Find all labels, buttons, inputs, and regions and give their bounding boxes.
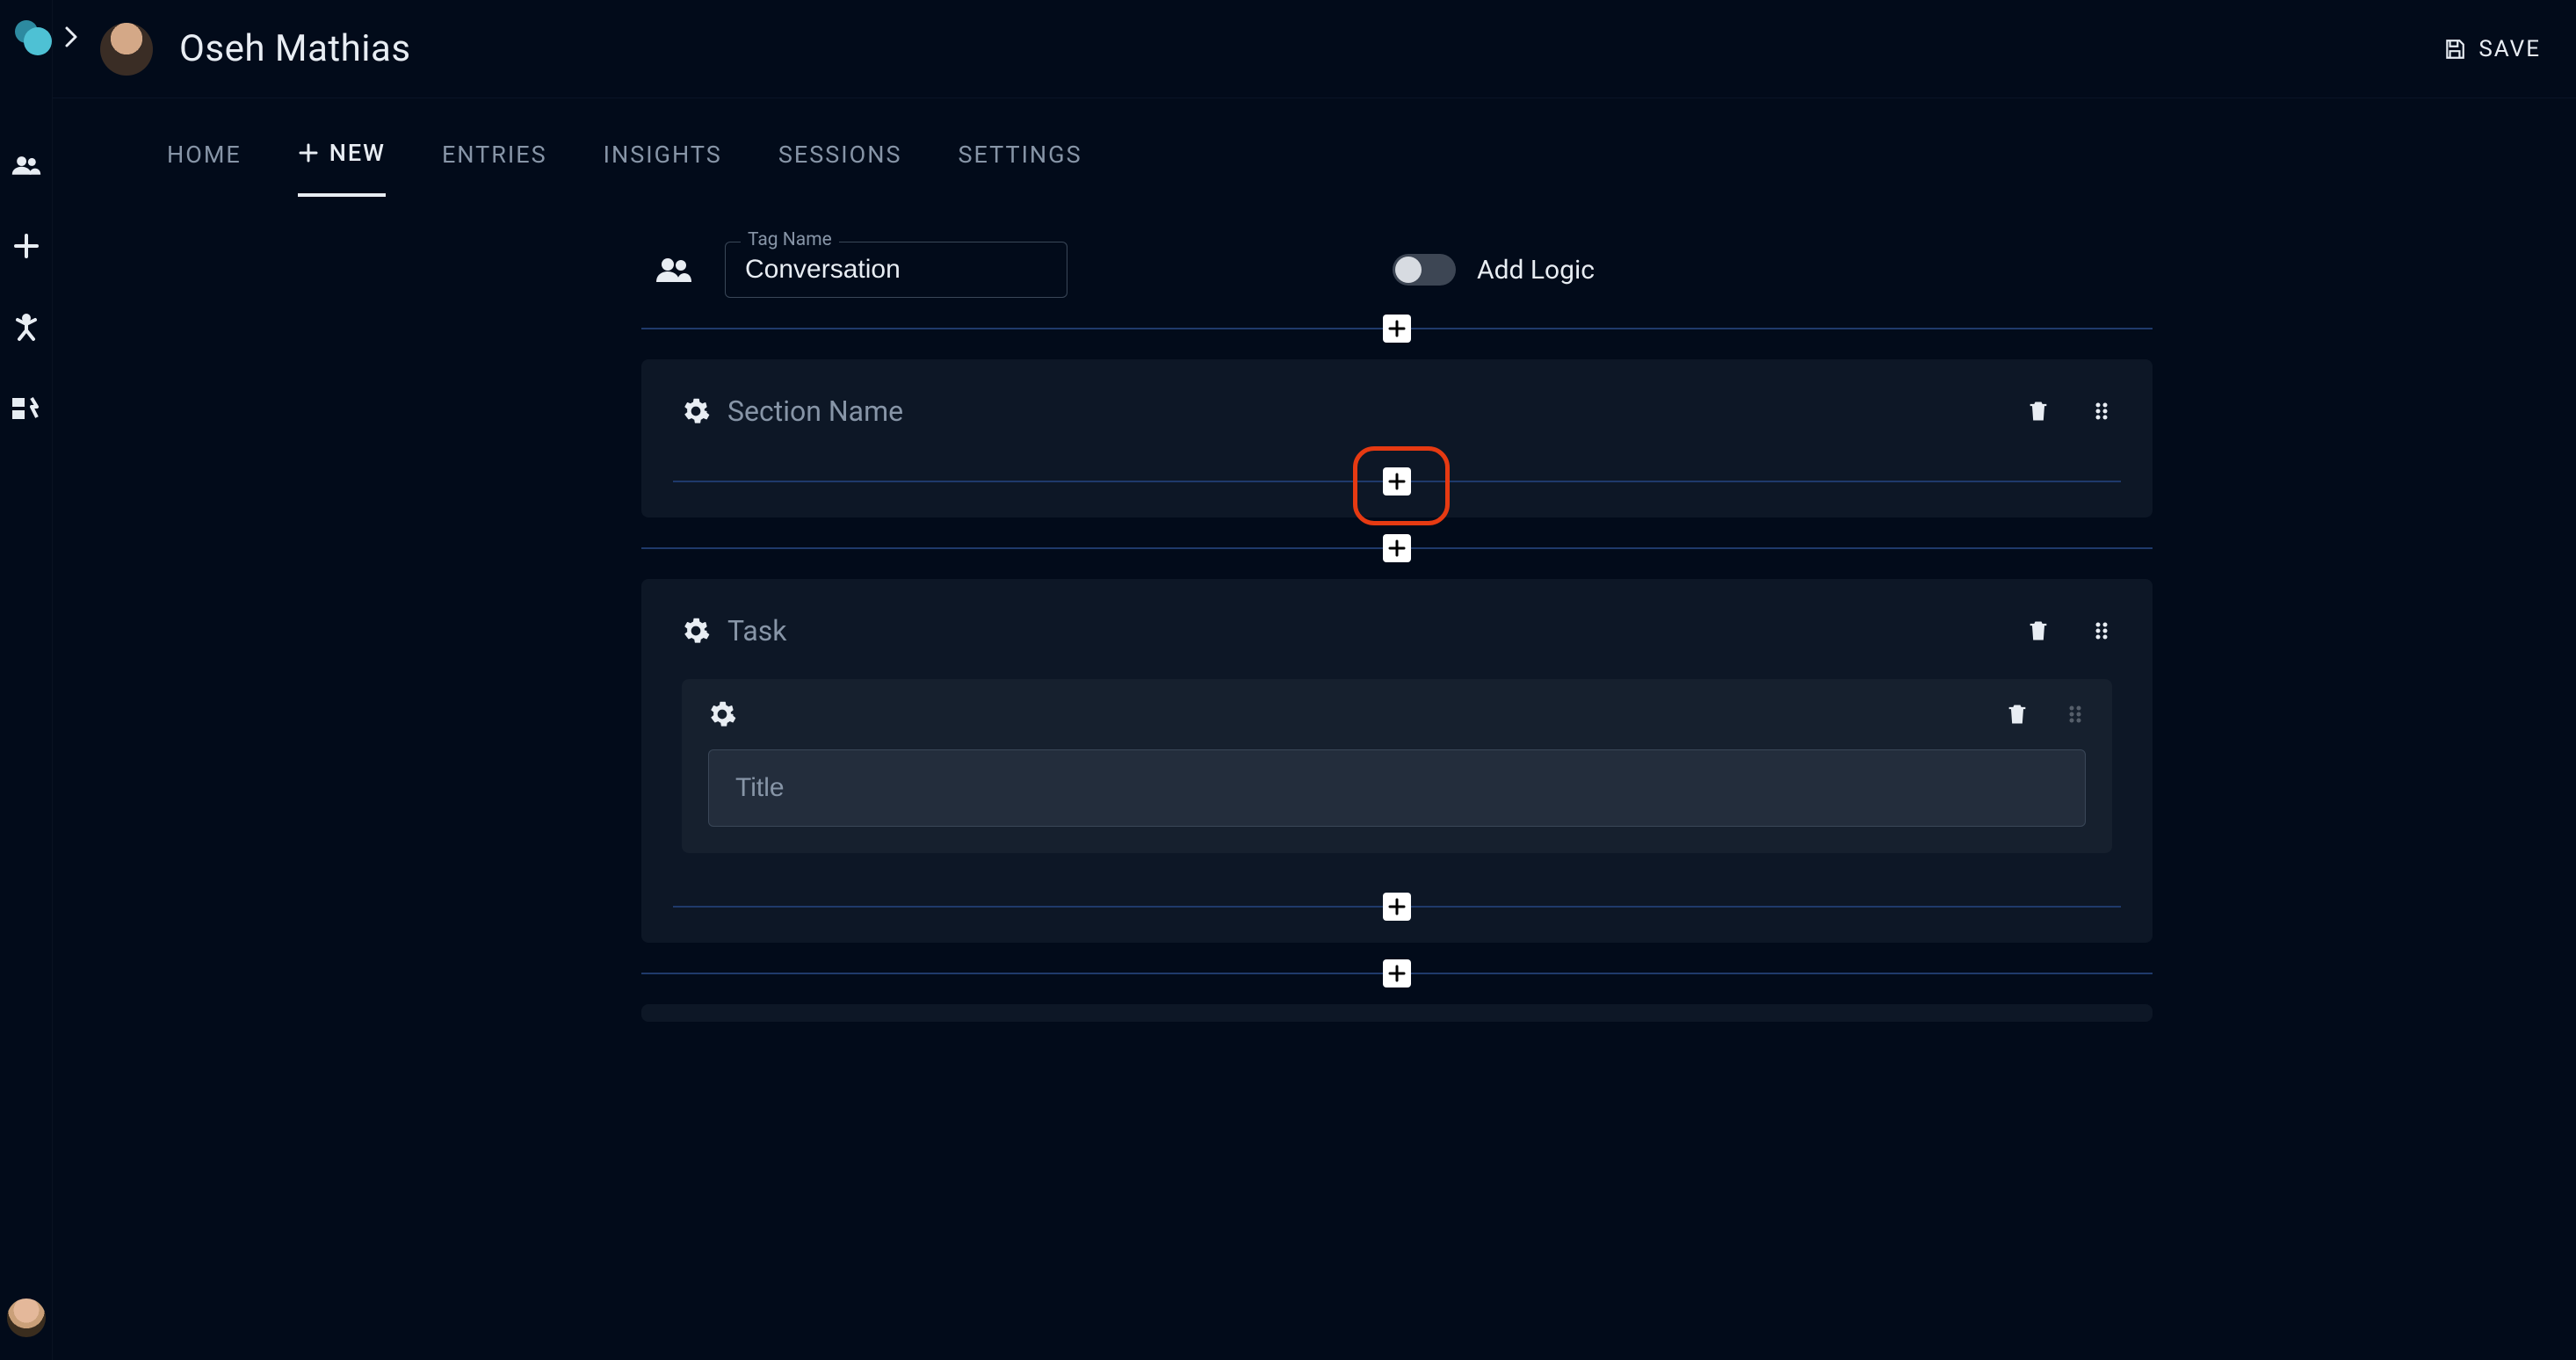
logic-toggle-wrap: Add Logic <box>1393 254 1595 286</box>
save-icon <box>2443 38 2466 61</box>
tag-row: Tag Name Add Logic <box>167 242 2153 298</box>
chevron-right-icon[interactable] <box>63 25 79 49</box>
tab-sessions[interactable]: SESSIONS <box>778 141 902 195</box>
page-user-name: Oseh Mathias <box>179 27 411 70</box>
delete-item-button[interactable] <box>2005 700 2030 728</box>
section-name-placeholder[interactable]: Section Name <box>727 394 903 428</box>
tab-new[interactable]: NEW <box>298 139 386 197</box>
section-card: Section Name <box>641 359 2153 517</box>
tab-new-label: NEW <box>329 139 386 167</box>
gear-icon[interactable] <box>682 397 710 425</box>
add-item-separator <box>673 481 2121 482</box>
plus-icon <box>298 142 319 163</box>
item-title-input[interactable] <box>708 749 2086 827</box>
item-card <box>682 679 2112 853</box>
drag-handle-icon[interactable] <box>2091 397 2112 425</box>
bolt-icon[interactable] <box>11 392 42 423</box>
save-button-label: SAVE <box>2478 36 2541 62</box>
tab-insights[interactable]: INSIGHTS <box>604 141 722 195</box>
page-user-avatar[interactable] <box>100 23 153 76</box>
sidebar-nav <box>11 149 42 423</box>
app-logo[interactable] <box>0 9 53 61</box>
add-item-button-highlighted[interactable] <box>1383 467 1411 496</box>
logic-toggle-label: Add Logic <box>1477 255 1595 286</box>
current-user-avatar[interactable] <box>7 1299 46 1337</box>
section-card: Task <box>641 579 2153 943</box>
add-section-button[interactable] <box>1383 315 1411 343</box>
delete-section-button[interactable] <box>2026 617 2051 645</box>
add-section-separator <box>641 547 2153 549</box>
add-section-separator <box>641 973 2153 974</box>
logic-toggle[interactable] <box>1393 254 1456 286</box>
people-icon[interactable] <box>11 149 42 181</box>
gear-icon[interactable] <box>682 617 710 645</box>
tab-entries[interactable]: ENTRIES <box>442 141 547 195</box>
section-card-partial <box>641 1004 2153 1022</box>
drag-handle-icon[interactable] <box>2091 617 2112 645</box>
section-name[interactable]: Task <box>727 614 786 647</box>
activity-icon[interactable] <box>11 311 42 343</box>
delete-section-button[interactable] <box>2026 397 2051 425</box>
group-icon <box>655 256 693 284</box>
save-button[interactable]: SAVE <box>2443 36 2541 62</box>
topbar: Oseh Mathias SAVE <box>53 0 2576 98</box>
sidebar <box>0 0 53 1360</box>
tag-name-field: Tag Name <box>725 242 1067 298</box>
gear-icon[interactable] <box>708 700 736 728</box>
add-item-separator <box>673 906 2121 908</box>
add-section-button[interactable] <box>1383 959 1411 987</box>
tab-settings[interactable]: SETTINGS <box>959 141 1082 195</box>
add-section-separator <box>641 328 2153 329</box>
drag-handle-icon[interactable] <box>2065 700 2086 728</box>
tab-home[interactable]: HOME <box>167 141 242 195</box>
add-item-button[interactable] <box>1383 893 1411 921</box>
plus-icon[interactable] <box>11 230 42 262</box>
add-section-button[interactable] <box>1383 534 1411 562</box>
tabs: HOME NEW ENTRIES INSIGHTS SESSIONS SETTI… <box>53 98 2576 198</box>
content: Tag Name Add Logic <box>53 198 2576 1360</box>
tag-name-label: Tag Name <box>741 229 839 250</box>
